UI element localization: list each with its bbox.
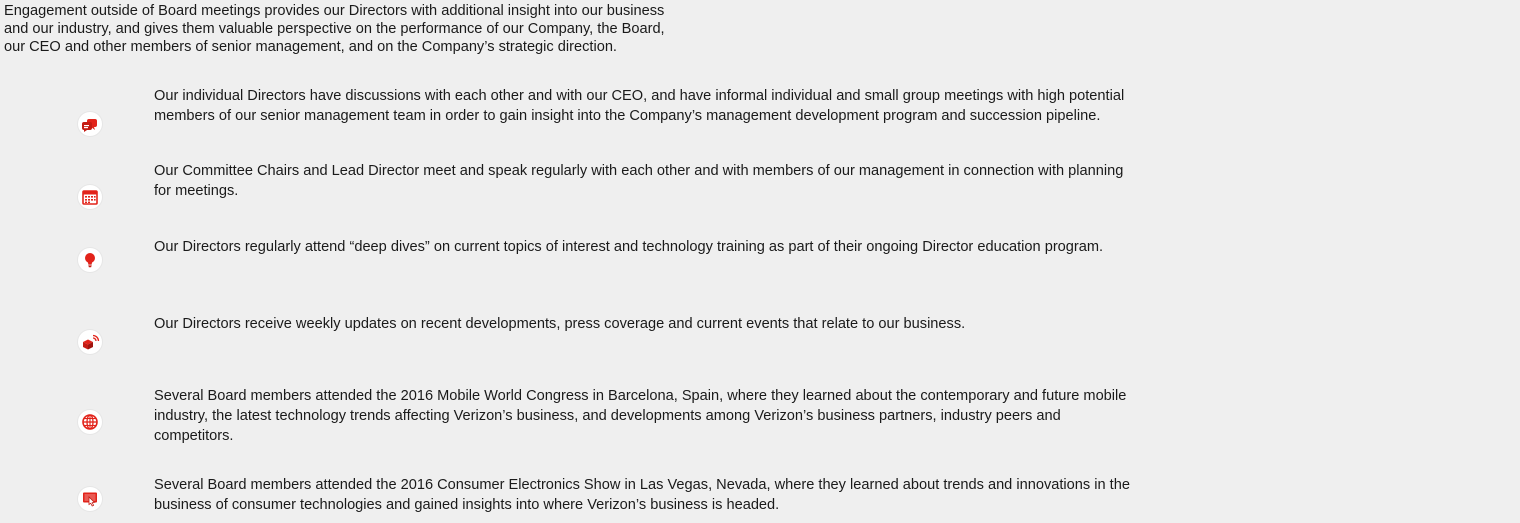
broadcast-box-icon	[78, 330, 102, 354]
intro-line: our CEO and other members of senior mana…	[4, 39, 617, 55]
text-line: Several Board members attended the 2016 …	[154, 388, 1127, 404]
intro-line: and our industry, and gives them valuabl…	[4, 21, 665, 37]
chat-bubbles-icon	[78, 112, 102, 136]
engagement-item-text: Our Directors regularly attend “deep div…	[154, 237, 1504, 257]
engagement-item-text: Several Board members attended the 2016 …	[154, 475, 1504, 515]
text-line: members of our senior management team in…	[154, 108, 1101, 124]
globe-icon	[78, 410, 102, 434]
engagement-item-text: Our individual Directors have discussion…	[154, 86, 1504, 126]
touch-screen-icon	[78, 487, 102, 511]
text-line: Our Committee Chairs and Lead Director m…	[154, 163, 1124, 179]
text-line: industry, the latest technology trends a…	[154, 408, 1061, 424]
calendar-icon	[78, 185, 102, 209]
text-line: for meetings.	[154, 183, 239, 199]
intro-paragraph: Engagement outside of Board meetings pro…	[4, 2, 924, 56]
engagement-item-text: Our Directors receive weekly updates on …	[154, 314, 1504, 334]
text-line: business of consumer technologies and ga…	[154, 497, 780, 513]
text-line: Several Board members attended the 2016 …	[154, 477, 1130, 493]
text-line: Our individual Directors have discussion…	[154, 88, 1125, 104]
text-line: Our Directors receive weekly updates on …	[154, 316, 966, 332]
engagement-item-text: Our Committee Chairs and Lead Director m…	[154, 161, 1504, 201]
intro-line: Engagement outside of Board meetings pro…	[4, 3, 665, 19]
lightbulb-icon	[78, 248, 102, 272]
text-line: competitors.	[154, 428, 234, 444]
text-line: Our Directors regularly attend “deep div…	[154, 239, 1104, 255]
engagement-item-text: Several Board members attended the 2016 …	[154, 386, 1504, 446]
